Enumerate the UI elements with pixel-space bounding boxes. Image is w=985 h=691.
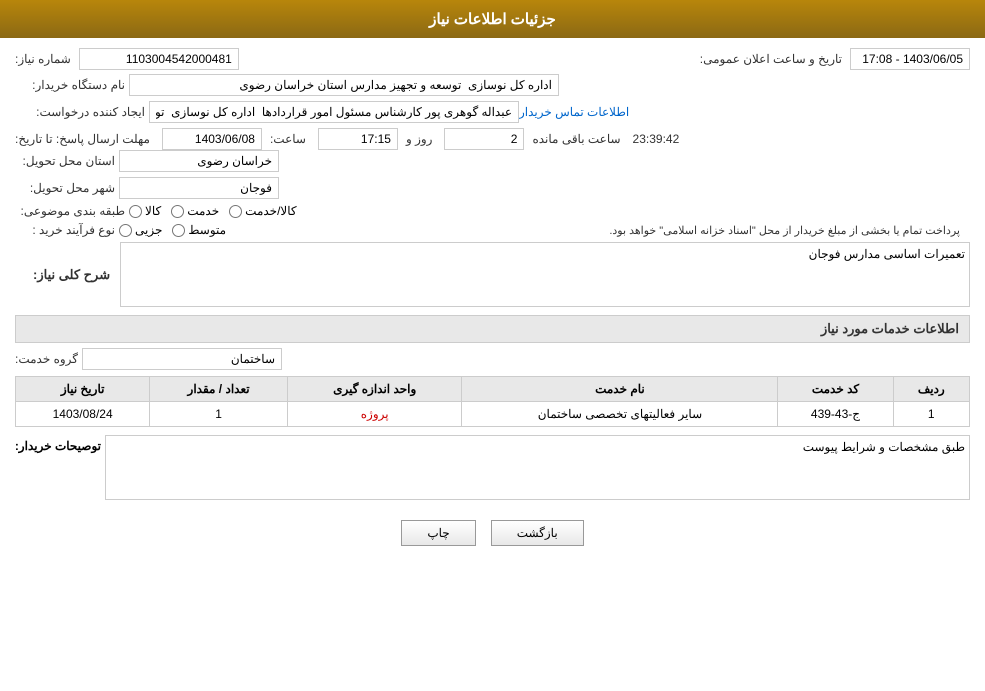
remaining-time-display: 23:39:42 [633, 132, 680, 146]
chap-button[interactable]: چاپ [401, 520, 475, 546]
goroh-label: گروه خدمت: [15, 352, 78, 366]
khedmat-label: خدمت [187, 204, 219, 218]
table-header-row: ردیف کد خدمت نام خدمت واحد اندازه گیری ت… [16, 377, 970, 402]
cell-nam: سایر فعالیتهای تخصصی ساختمان [462, 402, 778, 427]
vahed-link[interactable]: پروژه [361, 407, 389, 421]
ijad-input[interactable] [149, 101, 519, 123]
ostan-label: استان محل تحویل: [15, 154, 115, 168]
nam-dastgah-label: نام دستگاه خریدار: [15, 78, 125, 92]
col-vahed: واحد اندازه گیری [287, 377, 462, 402]
khadamat-section-title: اطلاعات خدمات مورد نیاز [15, 315, 970, 343]
mohlat-time-input[interactable] [318, 128, 398, 150]
row-farayand: پرداخت تمام یا بخشی از مبلغ خریدار از مح… [15, 223, 970, 237]
sharh-niaz-textarea[interactable]: تعمیرات اساسی مدارس فوجان [120, 242, 970, 307]
tarikh-aalan-input[interactable] [850, 48, 970, 70]
col-tedad: تعداد / مقدار [150, 377, 288, 402]
main-content: تاریخ و ساعت اعلان عمومی: شماره نیاز: نا… [0, 38, 985, 568]
sharh-niaz-section: تعمیرات اساسی مدارس فوجان شرح کلی نیاز: [15, 242, 970, 307]
services-table: ردیف کد خدمت نام خدمت واحد اندازه گیری ت… [15, 376, 970, 427]
tarikh-aalan-group: تاریخ و ساعت اعلان عمومی: [700, 48, 970, 70]
col-nam: نام خدمت [462, 377, 778, 402]
mohlat-label: مهلت ارسال پاسخ: تا تاریخ: [15, 132, 150, 146]
radio-jozii: جزیی [119, 223, 162, 237]
motavaset-label: متوسط [188, 223, 226, 237]
tabaqe-label: طبقه بندی موضوعی: [15, 204, 125, 218]
jozii-label: جزیی [135, 223, 162, 237]
row-goroh: گروه خدمت: [15, 348, 970, 370]
ostan-input[interactable] [119, 150, 279, 172]
shomara-niaz-input[interactable] [79, 48, 239, 70]
farayand-label: نوع فرآیند خرید : [15, 223, 115, 237]
row-nam-dastgah: نام دستگاه خریدار: [15, 74, 970, 96]
tabaqe-radio-group: کالا/خدمت خدمت کالا [129, 204, 297, 218]
col-radif: ردیف [893, 377, 969, 402]
cell-vahed: پروژه [287, 402, 462, 427]
sharh-niaz-label: شرح کلی نیاز: [23, 262, 120, 288]
farayand-desc: پرداخت تمام یا بخشی از مبلغ خریدار از مح… [226, 224, 970, 237]
goroh-input[interactable] [82, 348, 282, 370]
roz-label: روز و [406, 132, 433, 146]
row-ostan: استان محل تحویل: [15, 150, 970, 172]
bazgasht-button[interactable]: بازگشت [491, 520, 584, 546]
radio-motavaset: متوسط [172, 223, 226, 237]
radio-khedmat-input[interactable] [171, 205, 184, 218]
row-ijad: اطلاعات تماس خریدار ایجاد کننده درخواست: [15, 101, 970, 123]
cell-tedad: 1 [150, 402, 288, 427]
page-title: جزئیات اطلاعات نیاز [429, 11, 556, 28]
radio-khedmat: خدمت [171, 204, 219, 218]
page-wrapper: جزئیات اطلاعات نیاز تاریخ و ساعت اعلان ع… [0, 0, 985, 691]
tarikh-aalan-label: تاریخ و ساعت اعلان عمومی: [700, 52, 842, 66]
tosiyat-textarea[interactable]: طبق مشخصات و شرایط پیوست [105, 435, 970, 500]
radio-motavaset-input[interactable] [172, 224, 185, 237]
radio-kala-khedmat: کالا/خدمت [229, 204, 296, 218]
page-header: جزئیات اطلاعات نیاز [0, 0, 985, 38]
col-kod: کد خدمت [778, 377, 893, 402]
radio-kala: کالا [129, 204, 161, 218]
kala-khedmat-label: کالا/خدمت [245, 204, 296, 218]
ijad-label: ایجاد کننده درخواست: [15, 105, 145, 119]
cell-radif: 1 [893, 402, 969, 427]
tosiyat-section: طبق مشخصات و شرایط پیوست توصیحات خریدار: [15, 435, 970, 500]
nam-dastgah-input[interactable] [129, 74, 559, 96]
radio-jozii-input[interactable] [119, 224, 132, 237]
shahr-label: شهر محل تحویل: [15, 181, 115, 195]
mohlat-time-label: ساعت: [270, 132, 306, 146]
kala-label: کالا [145, 204, 161, 218]
table-row: 1 ج-43-439 سایر فعالیتهای تخصصی ساختمان … [16, 402, 970, 427]
cell-kod: ج-43-439 [778, 402, 893, 427]
radio-kala-khedmat-input[interactable] [229, 205, 242, 218]
col-tarikh: تاریخ نیاز [16, 377, 150, 402]
mohlat-date-input[interactable] [162, 128, 262, 150]
shomara-niaz-label: شماره نیاز: [15, 52, 71, 66]
shahr-input[interactable] [119, 177, 279, 199]
farayand-radio-group: متوسط جزیی [119, 223, 226, 237]
shomara-group: شماره نیاز: [15, 48, 239, 70]
remaining-label: ساعت باقی مانده [532, 132, 620, 146]
radio-kala-input[interactable] [129, 205, 142, 218]
row-mohlat: 23:39:42 ساعت باقی مانده روز و ساعت: مهل… [15, 128, 970, 150]
row-shomara: تاریخ و ساعت اعلان عمومی: شماره نیاز: [15, 48, 970, 70]
roz-input[interactable] [444, 128, 524, 150]
bottom-buttons: بازگشت چاپ [15, 508, 970, 558]
cell-tarikh: 1403/08/24 [16, 402, 150, 427]
row-tabaqe: کالا/خدمت خدمت کالا طبقه بندی موضوعی: [15, 204, 970, 218]
ettelaat-tamas-link[interactable]: اطلاعات تماس خریدار [519, 105, 629, 119]
tosiyat-label: توصیحات خریدار: [15, 435, 105, 453]
row-shahr: شهر محل تحویل: [15, 177, 970, 199]
